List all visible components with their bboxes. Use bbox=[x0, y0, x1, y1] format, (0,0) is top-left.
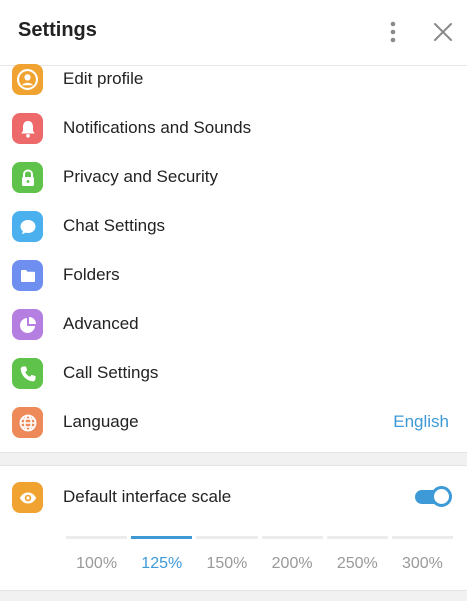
scale-option[interactable]: 100% bbox=[66, 536, 128, 586]
scale-option-bar bbox=[131, 536, 193, 539]
scale-option-bar bbox=[261, 536, 323, 539]
section-divider bbox=[0, 590, 467, 601]
scale-option[interactable]: 125% bbox=[131, 536, 193, 586]
scale-option[interactable]: 200% bbox=[261, 536, 323, 586]
scale-toggle[interactable] bbox=[415, 485, 452, 507]
scale-label: Default interface scale bbox=[63, 487, 232, 506]
scale-option-bar bbox=[196, 536, 258, 539]
menu-item-label: Notifications and Sounds bbox=[63, 118, 252, 137]
scale-option[interactable]: 250% bbox=[326, 536, 388, 586]
scale-option-label: 250% bbox=[336, 555, 378, 572]
scale-selector: 100% 125% 150% 200% 250% 300% bbox=[66, 536, 454, 586]
scale-option[interactable]: 150% bbox=[196, 536, 258, 586]
close-icon[interactable] bbox=[431, 20, 455, 44]
menu-item-label: Privacy and Security bbox=[63, 167, 218, 186]
menu-item-label: Chat Settings bbox=[63, 216, 166, 235]
menu-item-label: Call Settings bbox=[63, 363, 159, 382]
page-title: Settings bbox=[18, 19, 97, 41]
eye-icon bbox=[12, 482, 43, 513]
menu-item-label: Language bbox=[63, 412, 139, 431]
folder-icon bbox=[12, 260, 43, 291]
scale-option-bar bbox=[66, 536, 128, 539]
menu-item-folders[interactable]: Folders bbox=[0, 251, 467, 300]
menu-item-label: Advanced bbox=[63, 314, 139, 333]
scale-option-label: 150% bbox=[206, 555, 248, 572]
chat-bubble-icon bbox=[12, 211, 43, 242]
section-divider bbox=[0, 452, 467, 466]
scale-option-label: 200% bbox=[271, 555, 313, 572]
scale-option-label: 300% bbox=[401, 555, 443, 572]
scale-option-bar bbox=[326, 536, 388, 539]
menu-item-privacy[interactable]: Privacy and Security bbox=[0, 153, 467, 202]
scale-option-bar bbox=[391, 536, 454, 539]
scale-option-label: 100% bbox=[76, 555, 118, 572]
scale-option[interactable]: 300% bbox=[391, 536, 454, 586]
menu-item-notifications[interactable]: Notifications and Sounds bbox=[0, 104, 467, 153]
globe-icon bbox=[12, 407, 43, 438]
menu-item-label: Edit profile bbox=[63, 69, 144, 88]
lock-icon bbox=[12, 162, 43, 193]
menu-item-chat-settings[interactable]: Chat Settings bbox=[0, 202, 467, 251]
phone-icon bbox=[12, 358, 43, 389]
toggle-knob bbox=[431, 486, 452, 507]
bell-icon bbox=[12, 113, 43, 144]
more-vertical-icon[interactable] bbox=[383, 20, 403, 44]
pie-chart-icon bbox=[12, 309, 43, 340]
menu-item-language[interactable]: Language English bbox=[0, 398, 467, 447]
menu-item-advanced[interactable]: Advanced bbox=[0, 300, 467, 349]
default-interface-scale-row: Default interface scale bbox=[0, 472, 467, 522]
menu-item-label: Folders bbox=[63, 265, 120, 284]
language-value[interactable]: English bbox=[393, 412, 449, 432]
menu-item-call-settings[interactable]: Call Settings bbox=[0, 349, 467, 398]
user-icon bbox=[12, 64, 43, 95]
settings-menu: Edit profile Notifications and Sounds Pr… bbox=[0, 55, 467, 447]
scale-option-label: 125% bbox=[141, 555, 183, 572]
menu-item-edit-profile[interactable]: Edit profile bbox=[0, 55, 467, 104]
